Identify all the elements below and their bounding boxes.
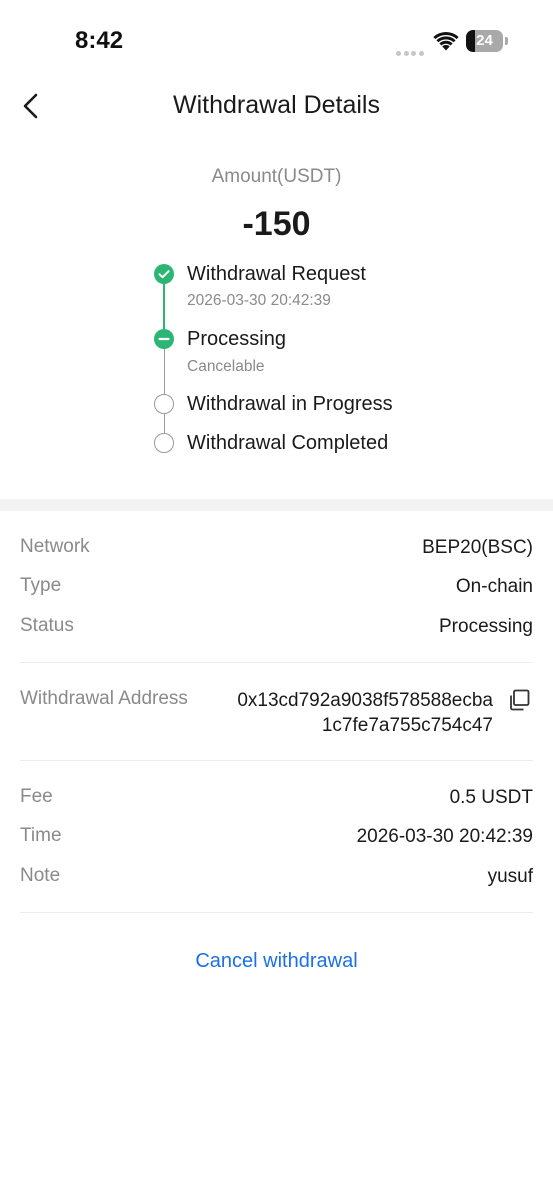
network-label: Network xyxy=(20,536,90,557)
status-value: Processing xyxy=(439,616,533,637)
timeline-step-subtitle: Cancelable xyxy=(187,358,265,375)
fee-label: Fee xyxy=(20,786,53,807)
check-circle-icon xyxy=(154,264,174,284)
withdrawal-address-label: Withdrawal Address xyxy=(20,688,188,709)
empty-circle-icon xyxy=(154,394,174,414)
timeline-step-title: Withdrawal in Progress xyxy=(187,393,393,415)
status-timeline: Withdrawal Request 2026-03-30 20:42:39 P… xyxy=(0,0,553,470)
row-separator xyxy=(20,760,533,761)
empty-circle-icon xyxy=(154,433,174,453)
status-label: Status xyxy=(20,615,74,636)
timeline-step-title: Withdrawal Request xyxy=(187,263,366,285)
note-value: yusuf xyxy=(487,866,533,887)
note-label: Note xyxy=(20,865,61,886)
timeline-step-timestamp: 2026-03-30 20:42:39 xyxy=(187,292,331,309)
minus-circle-icon xyxy=(154,329,174,349)
withdrawal-address-line: 1c7fe7a755c754c47 xyxy=(321,715,493,736)
withdrawal-details-screen: 8:42 24 Withdrawal Details Amount(USDT) … xyxy=(0,0,553,1200)
row-separator xyxy=(20,912,533,913)
time-label: Time xyxy=(20,825,62,846)
copy-icon[interactable] xyxy=(506,687,532,713)
timeline-step-title: Withdrawal Completed xyxy=(187,432,389,454)
type-value: On-chain xyxy=(455,576,533,597)
timeline-connector xyxy=(163,283,165,329)
time-value: 2026-03-30 20:42:39 xyxy=(356,826,533,847)
network-value: BEP20(BSC) xyxy=(422,537,533,558)
timeline-connector xyxy=(163,413,165,433)
type-label: Type xyxy=(20,575,62,596)
row-separator xyxy=(20,662,533,663)
timeline-step-title: Processing xyxy=(187,328,286,350)
timeline-connector xyxy=(163,348,165,394)
withdrawal-address-line: 0x13cd792a9038f578588ecba xyxy=(237,690,493,711)
cancel-withdrawal-button[interactable]: Cancel withdrawal xyxy=(0,950,553,973)
section-divider xyxy=(0,499,553,511)
withdrawal-address-value: 0x13cd792a9038f578588ecba 1c7fe7a755c754… xyxy=(193,688,493,738)
fee-value: 0.5 USDT xyxy=(449,787,533,808)
